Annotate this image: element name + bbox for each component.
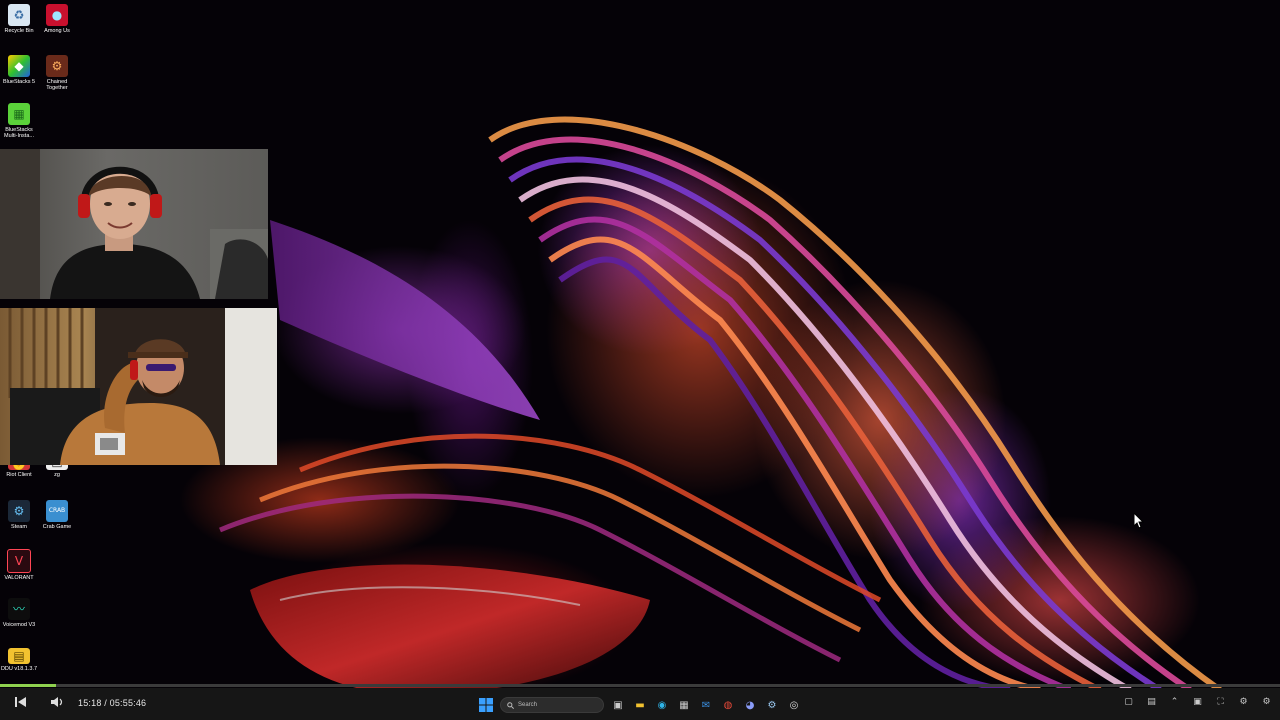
desktop-icon-among-us[interactable]: ● Among Us (38, 4, 76, 34)
desktop-icon-label: Chained Together (46, 79, 68, 91)
taskbar-pinned-apps: Search ▣ ▬ ◉ ▦ ✉ ◍ ◕ ⚙ ◎ (478, 694, 802, 716)
video-progress-bar[interactable] (0, 684, 1280, 687)
steam-icon: ⚙ (8, 500, 30, 522)
bottom-bar: 15:18 / 05:55:46 Search ▣ ▬ ◉ ▦ ✉ ◍ ◕ ⚙ … (0, 688, 1280, 720)
steam-taskbar-icon: ⚙ (767, 699, 777, 711)
volume-button[interactable] (50, 696, 64, 711)
tray-panel-icon: ▤ (1147, 697, 1156, 707)
desktop-icon-label: Among Us (44, 28, 70, 34)
taskbar-search-box[interactable]: Search (500, 697, 604, 713)
start-button[interactable] (478, 697, 494, 713)
desktop-icon-label: Crab Game (42, 524, 72, 530)
tray-network-button[interactable]: ⚙ (1261, 697, 1272, 708)
tray-overflow-button[interactable]: ▤ (1146, 697, 1157, 708)
video-progress-fill (0, 684, 57, 687)
desktop-icon-label: DDU v18.1.3.7 (0, 666, 38, 672)
desktop-icon-recycle-bin[interactable]: ♻ Recycle Bin (0, 4, 38, 34)
webcam-overlay-top (0, 149, 268, 299)
webcam-person-cap (8, 308, 277, 465)
desktop-icon-label: BlueStacks 5 (2, 79, 36, 85)
taskbar-discord[interactable]: ◕ (742, 697, 758, 713)
obs-icon: ◎ (789, 699, 799, 711)
desktop-icon-steam[interactable]: ⚙ Steam (0, 500, 38, 530)
search-icon (507, 701, 514, 709)
desktop-icon-chained-together[interactable]: ⚙ Chained Together (38, 55, 76, 91)
desktop-icon-label: Voicemod V3 (2, 622, 36, 628)
search-placeholder: Search (518, 702, 538, 708)
desktop-icon-bluestacks-5[interactable]: ◆ BlueStacks 5 (0, 55, 38, 85)
chevron-up-icon: ⌃ (1170, 697, 1179, 707)
gear-icon: ⚙ (1239, 697, 1248, 707)
ddu-icon: ▤ (8, 648, 30, 664)
taskbar-store[interactable]: ▦ (676, 697, 692, 713)
store-icon: ▦ (679, 699, 689, 711)
display-icon: ▣ (1193, 697, 1202, 707)
desktop-icon-voicemod[interactable]: 〰 Voicemod V3 (0, 598, 38, 628)
tray-fullscreen-button[interactable]: ⛶ (1215, 697, 1226, 708)
skip-back-icon (15, 697, 26, 707)
speaker-icon (51, 697, 63, 707)
valorant-icon: V (7, 549, 31, 573)
edge-browser-icon: ◉ (657, 699, 667, 711)
desktop-icon-label: BlueStacks Multi-Insta... (4, 127, 34, 139)
recycle-bin-icon: ♻ (8, 4, 30, 26)
chrome-icon: ◍ (723, 699, 733, 711)
skip-back-button[interactable] (14, 696, 28, 711)
webcam-person-headset (0, 149, 268, 299)
taskbar-mail[interactable]: ✉ (698, 697, 714, 713)
task-view-icon: ▣ (613, 699, 623, 711)
mail-icon: ✉ (701, 699, 711, 711)
chained-together-icon: ⚙ (46, 55, 68, 77)
video-time-readout: 15:18 / 05:55:46 (78, 698, 147, 708)
desktop-icon-label: Riot Client (6, 472, 32, 478)
cursor-arrow-icon (1133, 511, 1145, 529)
discord-icon: ◕ (745, 699, 755, 711)
system-tray: ▢ ▤ ⌃ ▣ ⛶ ⚙ ⚙ (1123, 697, 1272, 708)
taskbar-steam[interactable]: ⚙ (764, 697, 780, 713)
file-explorer-icon: ▬ (635, 699, 645, 711)
desktop-icon-label: zg (54, 472, 60, 478)
tray-display-button[interactable]: ▣ (1192, 697, 1203, 708)
fullscreen-icon: ⛶ (1217, 697, 1224, 707)
desktop-icon-label: Recycle Bin (4, 28, 34, 34)
network-icon: ⚙ (1262, 697, 1271, 707)
taskbar-chrome[interactable]: ◍ (720, 697, 736, 713)
desktop-icon-label: Steam (11, 524, 27, 530)
bluestacks-multi-icon: ▦ (8, 103, 30, 125)
taskbar-task-view[interactable]: ▣ (610, 697, 626, 713)
windows-start-icon (479, 698, 493, 712)
among-us-icon: ● (46, 4, 68, 26)
webcam-overlay-bottom (0, 308, 277, 465)
desktop-icon-label: VALORANT (4, 575, 34, 581)
desktop-icon-ddu[interactable]: ▤ DDU v18.1.3.7 (0, 648, 38, 672)
mouse-cursor (1133, 511, 1145, 534)
bluestacks-icon: ◆ (8, 55, 30, 77)
desktop-icon-crab-game[interactable]: CRAB Crab Game (38, 500, 76, 530)
taskbar-file-explorer[interactable]: ▬ (632, 697, 648, 713)
voicemod-icon: 〰 (8, 598, 30, 620)
desktop-icon-bluestacks-multi[interactable]: ▦ BlueStacks Multi-Insta... (0, 103, 38, 139)
taskbar-edge[interactable]: ◉ (654, 697, 670, 713)
tray-app-button[interactable]: ▢ (1123, 697, 1134, 708)
taskbar-obs[interactable]: ◎ (786, 697, 802, 713)
desktop-icon-valorant[interactable]: V VALORANT (0, 549, 38, 581)
crab-game-icon: CRAB (46, 500, 68, 522)
tray-window-icon: ▢ (1124, 697, 1133, 707)
tray-chevron-button[interactable]: ⌃ (1169, 697, 1180, 708)
tray-settings-button[interactable]: ⚙ (1238, 697, 1249, 708)
